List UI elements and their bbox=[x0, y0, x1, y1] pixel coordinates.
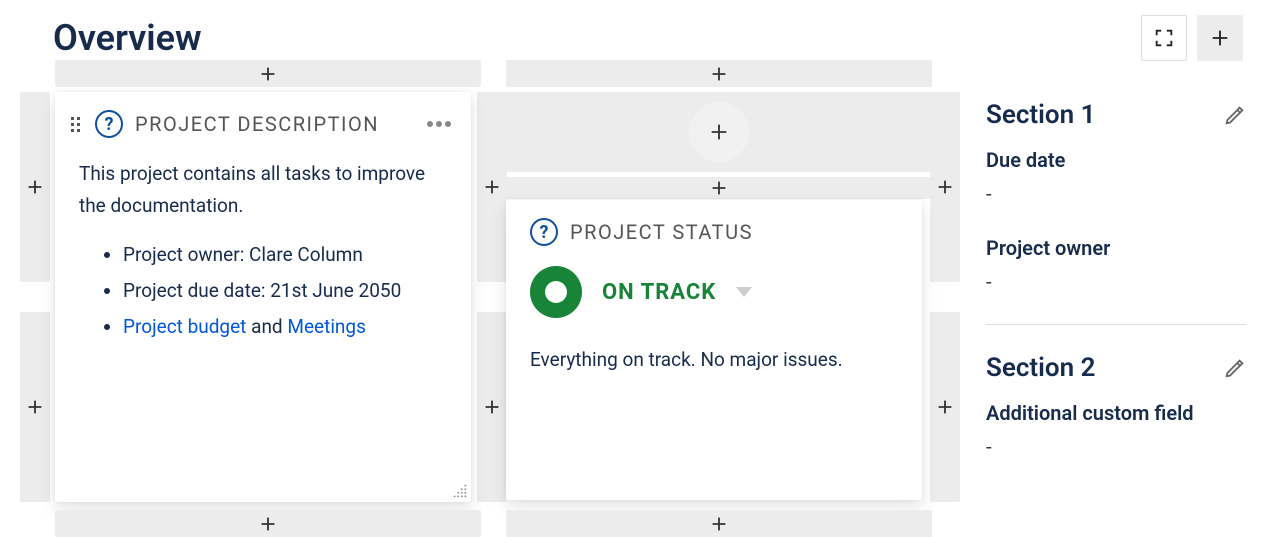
status-selector[interactable]: ON TRACK bbox=[530, 266, 898, 318]
meetings-link[interactable]: Meetings bbox=[287, 315, 366, 338]
add-bottom-slot-col2[interactable] bbox=[506, 510, 932, 537]
fullscreen-icon bbox=[1153, 27, 1175, 49]
add-mid-slot-1[interactable] bbox=[477, 92, 507, 282]
add-bottom-slot-col1[interactable] bbox=[55, 510, 481, 537]
plus-icon bbox=[1209, 27, 1231, 49]
plus-icon bbox=[481, 396, 503, 418]
plus-icon bbox=[257, 63, 279, 85]
status-indicator-icon bbox=[530, 266, 582, 318]
section-header: Section 1 bbox=[986, 100, 1246, 130]
edit-section-button[interactable] bbox=[1224, 357, 1246, 379]
status-label: ON TRACK bbox=[602, 280, 716, 305]
due-value: 21st June 2050 bbox=[270, 279, 401, 302]
fullscreen-button[interactable] bbox=[1141, 15, 1187, 61]
empty-slot-col2-b[interactable] bbox=[506, 177, 932, 199]
owner-label: Project owner: bbox=[123, 243, 249, 266]
field-value: - bbox=[986, 270, 1246, 294]
chevron-down-icon bbox=[736, 287, 752, 297]
mid-gutter bbox=[477, 92, 507, 532]
plus-icon bbox=[481, 176, 503, 198]
left-gutter bbox=[20, 92, 50, 532]
and-word: and bbox=[246, 315, 287, 338]
widget-title: PROJECT DESCRIPTION bbox=[135, 112, 379, 136]
empty-slot-col2-a[interactable] bbox=[506, 92, 932, 172]
list-item: Project owner: Clare Column bbox=[123, 239, 447, 271]
section-title: Section 1 bbox=[986, 100, 1095, 130]
widget-header: ? PROJECT DESCRIPTION bbox=[79, 110, 447, 138]
column-2: ? PROJECT STATUS ON TRACK Everything on … bbox=[506, 60, 932, 87]
resize-handle-icon[interactable] bbox=[451, 482, 469, 500]
plus-icon bbox=[708, 63, 730, 85]
help-icon[interactable]: ? bbox=[95, 110, 123, 138]
widget-body: This project contains all tasks to impro… bbox=[79, 158, 447, 343]
owner-value: Clare Column bbox=[249, 243, 363, 266]
description-intro: This project contains all tasks to impro… bbox=[79, 158, 447, 223]
add-left-slot-2[interactable] bbox=[20, 312, 50, 502]
column-1: ? PROJECT DESCRIPTION This project conta… bbox=[55, 60, 481, 87]
field-label: Project owner bbox=[986, 236, 1246, 260]
field-value: - bbox=[986, 182, 1246, 206]
widget-header: ? PROJECT STATUS bbox=[530, 218, 898, 246]
plus-icon bbox=[708, 177, 730, 199]
list-item: Project due date: 21st June 2050 bbox=[123, 275, 447, 307]
project-status-widget: ? PROJECT STATUS ON TRACK Everything on … bbox=[506, 200, 922, 500]
side-panel: Section 1 Due date - Project owner - Sec… bbox=[986, 100, 1246, 489]
add-top-slot-col1[interactable] bbox=[55, 60, 481, 87]
add-right-slot-2[interactable] bbox=[930, 312, 960, 502]
field-value: - bbox=[986, 435, 1246, 459]
drag-handle-icon[interactable] bbox=[69, 115, 83, 133]
page-title: Overview bbox=[53, 17, 202, 59]
list-item: Project budget and Meetings bbox=[123, 311, 447, 343]
add-top-slot-col2[interactable] bbox=[506, 60, 932, 87]
plus-icon bbox=[257, 513, 279, 535]
section-header: Section 2 bbox=[986, 353, 1246, 383]
plus-icon bbox=[708, 513, 730, 535]
add-mid-slot-2[interactable] bbox=[477, 312, 507, 502]
add-widget-button[interactable] bbox=[1197, 15, 1243, 61]
plus-icon bbox=[934, 396, 956, 418]
project-description-widget: ? PROJECT DESCRIPTION This project conta… bbox=[55, 92, 471, 502]
divider bbox=[986, 324, 1246, 325]
page-header: Overview bbox=[53, 15, 1243, 61]
plus-icon bbox=[24, 176, 46, 198]
budget-link[interactable]: Project budget bbox=[123, 315, 246, 338]
add-right-slot-1[interactable] bbox=[930, 92, 960, 282]
plus-icon bbox=[934, 176, 956, 198]
add-left-slot-1[interactable] bbox=[20, 92, 50, 282]
right-gutter bbox=[930, 92, 960, 532]
due-label: Project due date: bbox=[123, 279, 270, 302]
plus-icon bbox=[708, 121, 730, 143]
edit-section-button[interactable] bbox=[1224, 104, 1246, 126]
header-actions bbox=[1141, 15, 1243, 61]
add-widget-circle[interactable] bbox=[689, 102, 749, 162]
more-menu-button[interactable] bbox=[427, 121, 451, 127]
status-summary: Everything on track. No major issues. bbox=[530, 344, 898, 376]
field-label: Due date bbox=[986, 148, 1246, 172]
section-title: Section 2 bbox=[986, 353, 1095, 383]
field-label: Additional custom field bbox=[986, 401, 1246, 425]
widget-title: PROJECT STATUS bbox=[570, 220, 753, 244]
plus-icon bbox=[24, 396, 46, 418]
help-icon[interactable]: ? bbox=[530, 218, 558, 246]
